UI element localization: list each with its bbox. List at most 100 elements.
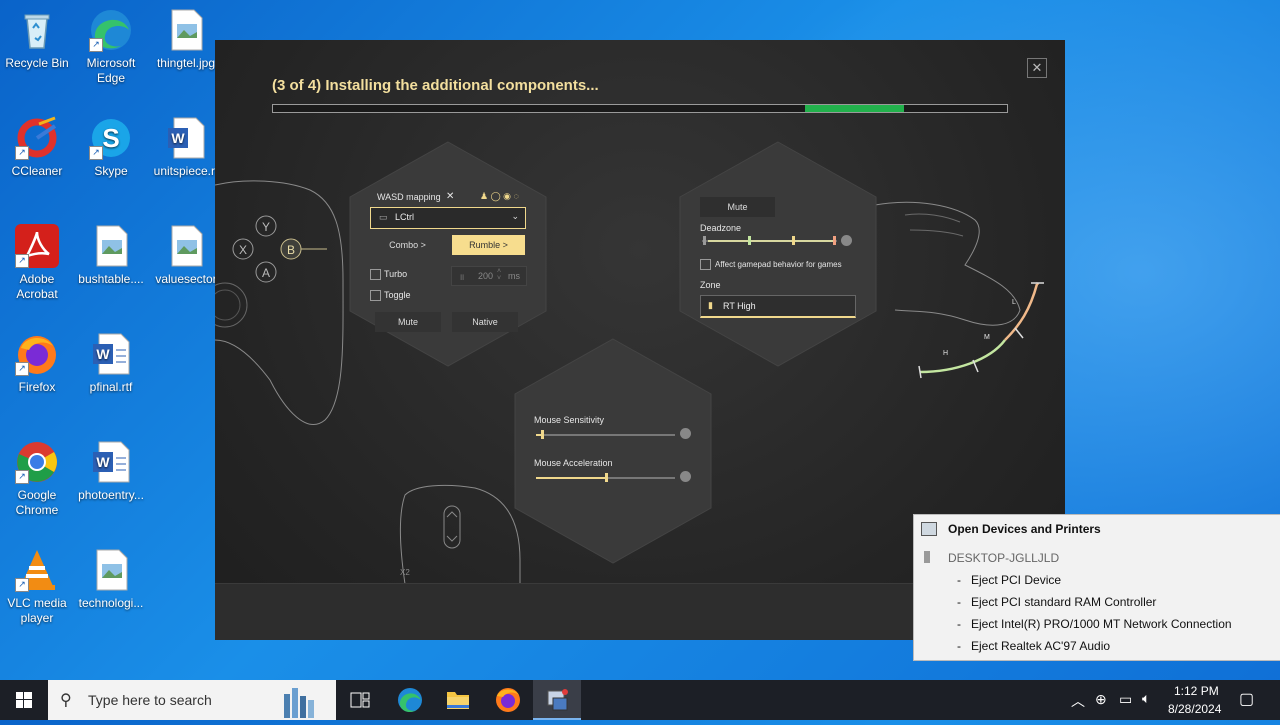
eject-menu-item[interactable]: Eject Intel(R) PRO/1000 MT Network Conne… — [957, 617, 1232, 631]
mouse-x2-label: X2 — [400, 568, 410, 577]
desktop-icon-label: Microsoft Edge — [86, 56, 136, 85]
taskbar-installer-button[interactable] — [533, 680, 581, 720]
turbo-checkbox[interactable] — [370, 269, 381, 280]
eject-devices-menu: Open Devices and Printers DESKTOP-JGLLJL… — [913, 514, 1280, 661]
desktop-icon-adobe-acrobat[interactable]: ↗ Adobe Acrobat — [1, 224, 73, 302]
mouse-sensitivity-slider[interactable] — [536, 434, 675, 436]
desktop-icon-ccleaner[interactable]: ↗ CCleaner — [1, 116, 73, 179]
turbo-label: Turbo — [384, 269, 408, 279]
desktop-icon-label: Firefox — [18, 380, 56, 394]
turbo-interval-unit: ms — [508, 271, 520, 281]
stepper-arrows-icon: ˄ ˅ — [497, 268, 502, 282]
zone-select[interactable]: ▮ RT High — [700, 295, 856, 318]
desktop-icon-label: bushtable.... — [78, 272, 144, 286]
computer-icon — [924, 551, 930, 563]
image-file-icon — [164, 8, 208, 52]
mouse-sensitivity-thumb[interactable] — [540, 430, 544, 439]
mute-button[interactable]: Mute — [375, 312, 441, 332]
word-document-icon: W — [89, 332, 133, 376]
desktop-icon-bushtable[interactable]: bushtable.... — [75, 224, 147, 287]
eject-menu-item[interactable]: Eject PCI Device — [957, 573, 1061, 587]
eject-menu-item[interactable]: Eject PCI standard RAM Controller — [957, 595, 1156, 609]
desktop-icon-google-chrome[interactable]: ↗ Google Chrome — [1, 440, 73, 518]
clock-date[interactable]: 8/28/2024 — [1168, 702, 1221, 716]
mouse-acceleration-thumb[interactable] — [604, 473, 608, 482]
open-devices-printers-item[interactable]: Open Devices and Printers — [948, 522, 1101, 536]
controller-button-x: X — [239, 243, 248, 257]
volume-icon — [841, 235, 852, 246]
desktop-icon-recycle-bin[interactable]: Recycle Bin — [1, 8, 73, 71]
desktop-icon-skype[interactable]: S ↗ Skype — [75, 116, 147, 179]
show-hidden-icons-button[interactable]: ︿ — [1071, 691, 1085, 711]
deadzone-thumb-3[interactable] — [833, 236, 836, 245]
clock-time[interactable]: 1:12 PM — [1174, 684, 1219, 698]
desktop-icon-label: photoentry... — [78, 488, 144, 502]
deadzone-thumb-2[interactable] — [792, 236, 795, 245]
desktop-icon-photoentry[interactable]: W photoentry... — [75, 440, 147, 503]
desktop-icon-firefox[interactable]: ↗ Firefox — [1, 332, 73, 395]
toggle-checkbox[interactable] — [370, 290, 381, 301]
rumble-button[interactable]: Rumble > — [452, 235, 525, 255]
toggle-label: Toggle — [384, 290, 411, 300]
mouse-sensitivity-label: Mouse Sensitivity — [534, 415, 605, 425]
turbo-interval-value: 200 — [478, 271, 494, 281]
key-select[interactable]: ▭ LCtrl ⌄ — [370, 207, 526, 229]
desktop-icon-thingtel[interactable]: thingtel.jpg — [150, 8, 222, 71]
turbo-interval-stepper[interactable]: ॥ 200 ˄ ˅ ms — [451, 266, 527, 286]
taskbar-search[interactable]: ⚲ Type here to search — [48, 680, 336, 720]
taskbar-file-explorer-button[interactable] — [434, 680, 482, 720]
trigger-label-l: L — [1012, 299, 1016, 306]
ccleaner-icon: ↗ — [15, 116, 59, 160]
taskbar-firefox-button[interactable] — [484, 680, 532, 720]
security-tray-icon[interactable]: ⊕ — [1095, 691, 1107, 708]
eject-menu-item[interactable]: Eject Realtek AC'97 Audio — [957, 639, 1110, 653]
desktop-icon-valuesector[interactable]: valuesector — [150, 224, 222, 287]
firefox-icon: ↗ — [15, 332, 59, 376]
installer-app-icon — [547, 689, 568, 711]
mouse-acceleration-fill — [536, 477, 606, 479]
shortcut-arrow-icon: ↗ — [15, 578, 29, 592]
chevron-down-icon: ⌄ — [511, 211, 519, 221]
taskbar-edge-button[interactable] — [386, 680, 434, 720]
desktop-icon-unitspiece[interactable]: W unitspiece.rt — [150, 116, 222, 179]
sensitivity-reset-icon[interactable] — [680, 428, 691, 439]
image-file-icon — [89, 224, 133, 268]
desktop-icon-microsoft-edge[interactable]: ↗ Microsoft Edge — [75, 8, 147, 86]
computer-name: DESKTOP-JGLLJLD — [948, 551, 1060, 565]
mapping-close-icon[interactable]: ✕ — [446, 191, 454, 202]
folder-icon — [447, 692, 469, 709]
network-icon[interactable]: ▭ — [1119, 691, 1132, 708]
controller-button-y: Y — [262, 220, 271, 234]
start-button[interactable] — [0, 680, 48, 720]
shortcut-arrow-icon: ↗ — [15, 254, 29, 268]
shortcut-arrow-icon: ↗ — [15, 362, 29, 376]
desktop-icon-pfinal[interactable]: W pfinal.rtf — [75, 332, 147, 395]
skype-icon: S ↗ — [89, 116, 133, 160]
desktop-icon-vlc[interactable]: ↗ VLC media player — [1, 548, 73, 626]
notifications-icon[interactable]: ▢ — [1239, 689, 1254, 709]
device-icons: ♟ ◯ ◉ ◌ — [480, 191, 519, 201]
edge-icon: ↗ — [89, 8, 133, 52]
taskbar: ⚲ Type here to search ︿ ⊕ ▭ 🔈︎ 1:12 PM 8… — [0, 680, 1280, 720]
svg-text:S: S — [102, 123, 119, 153]
affect-gamepad-label: Affect gamepad behavior for games — [715, 260, 842, 269]
desktop-icon-technologi[interactable]: technologi... — [75, 548, 147, 611]
task-view-button[interactable] — [336, 680, 384, 720]
acceleration-reset-icon[interactable] — [680, 471, 691, 482]
svg-text:W: W — [96, 346, 110, 362]
deadzone-thumb-low[interactable] — [703, 236, 706, 245]
desktop-icon-label: pfinal.rtf — [89, 380, 133, 394]
deadzone-slider-range — [708, 240, 834, 242]
trigger-label-h: H — [943, 350, 949, 357]
zone-label: Zone — [700, 280, 721, 290]
affect-gamepad-checkbox[interactable] — [700, 259, 711, 270]
search-highlight-icon — [284, 688, 314, 718]
desktop-icon-label: Adobe Acrobat — [16, 272, 58, 301]
word-document-icon: W — [164, 116, 208, 160]
native-button[interactable]: Native — [452, 312, 518, 332]
volume-tray-icon[interactable]: 🔈︎ — [1142, 690, 1150, 707]
combo-button[interactable]: Combo > — [371, 235, 444, 255]
gamepad-mute-button[interactable]: Mute — [700, 197, 775, 217]
vlc-icon: ↗ — [15, 548, 59, 592]
deadzone-thumb-1[interactable] — [748, 236, 751, 245]
